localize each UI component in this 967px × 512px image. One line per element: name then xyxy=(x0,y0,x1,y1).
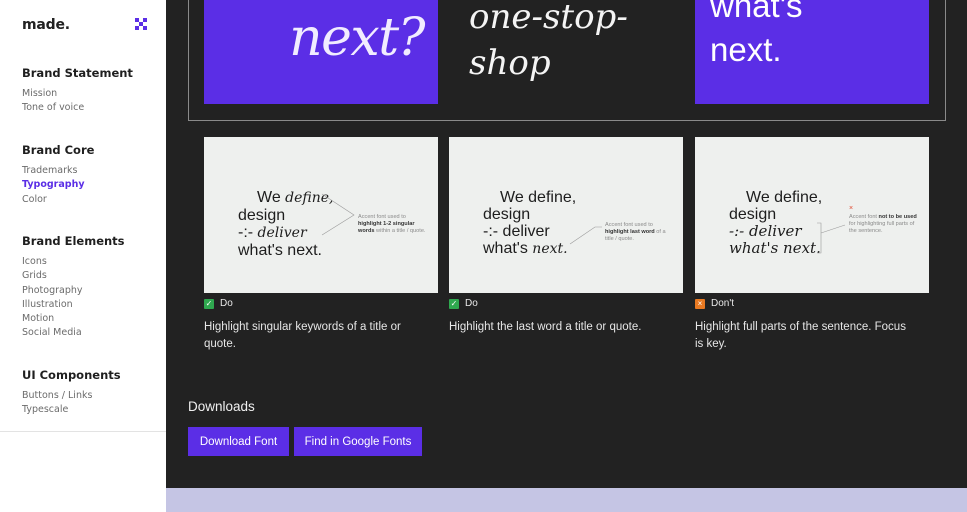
sidebar-item-typescale[interactable]: Typescale xyxy=(22,403,121,417)
nav-group-ui-components: UI Components Buttons / Links Typescale xyxy=(22,368,121,418)
example-card-do-keywords: We define, design -:- deliver what's nex… xyxy=(204,137,438,293)
example-note: Accent font used to highlight last word … xyxy=(605,222,666,242)
x-icon: × xyxy=(849,205,854,212)
sidebar-item-social-media[interactable]: Social Media xyxy=(22,326,125,340)
google-fonts-button[interactable]: Find in Google Fonts xyxy=(294,427,422,456)
cross-icon: × xyxy=(695,298,705,309)
example-card-do-last-word: We define, design -:- deliver what's nex… xyxy=(449,137,683,293)
verdict-label: Do xyxy=(220,298,233,309)
verdict-do: ✓ Do xyxy=(204,298,233,309)
nav-group-brand-core: Brand Core Trademarks Typography Color xyxy=(22,143,94,207)
example-caption: Highlight full parts of the sentence. Fo… xyxy=(695,321,906,350)
sidebar-item-grids[interactable]: Grids xyxy=(22,269,125,283)
logo[interactable]: made. xyxy=(22,17,70,33)
sidebar-item-icons[interactable]: Icons xyxy=(22,255,125,269)
sidebar-item-photography[interactable]: Photography xyxy=(22,284,125,298)
sidebar-item-buttons-links[interactable]: Buttons / Links xyxy=(22,389,121,403)
showcase-tile-text: what's next. xyxy=(710,0,803,72)
showcase-tile-whats-next: what's next. xyxy=(695,0,929,104)
nav-group-title: Brand Core xyxy=(22,143,95,157)
showcase-tile-next: next? xyxy=(204,0,438,104)
download-font-button[interactable]: Download Font xyxy=(188,427,289,456)
sidebar-item-color[interactable]: Color xyxy=(22,193,94,207)
sidebar-item-typography[interactable]: Typography xyxy=(22,178,94,192)
verdict-dont: × Don't xyxy=(695,298,734,309)
showcase-line: shop xyxy=(469,43,551,83)
nav-group-title: Brand Elements xyxy=(22,234,125,248)
next-section-strip xyxy=(166,488,967,512)
sidebar: made. Brand Statement Mission Tone of vo… xyxy=(0,0,167,432)
main-content: next? one-stop- shop what's next. We def… xyxy=(166,0,967,488)
showcase-tile-one-stop-shop: one-stop- shop xyxy=(469,0,628,86)
nav-group-title: Brand Statement xyxy=(22,66,133,80)
sidebar-item-motion[interactable]: Motion xyxy=(22,312,125,326)
example-note: Accent font used to highlight 1-2 singul… xyxy=(358,214,426,234)
sidebar-item-tone-of-voice[interactable]: Tone of voice xyxy=(22,101,133,115)
verdict-label: Do xyxy=(465,298,478,309)
example-card-dont-full-parts: We define, design -:- deliver what's nex… xyxy=(695,137,929,293)
verdict-label: Don't xyxy=(711,298,735,309)
sidebar-item-illustration[interactable]: Illustration xyxy=(22,298,125,312)
showcase-line: what's xyxy=(710,0,803,24)
checkmark-icon: ✓ xyxy=(204,298,214,309)
sidebar-item-mission[interactable]: Mission xyxy=(22,87,133,101)
sidebar-item-trademarks[interactable]: Trademarks xyxy=(22,164,94,178)
example-note: Accent font not to be used for highlight… xyxy=(849,214,917,234)
close-icon[interactable] xyxy=(134,17,148,31)
downloads-title: Downloads xyxy=(188,399,255,414)
example-caption: Highlight singular keywords of a title o… xyxy=(204,321,401,350)
nav-group-brand-statement: Brand Statement Mission Tone of voice xyxy=(22,66,133,116)
checkmark-icon: ✓ xyxy=(449,298,459,309)
showcase-tile-text: next? xyxy=(289,8,425,68)
showcase-line: one-stop- xyxy=(469,0,628,37)
example-caption: Highlight the last word a title or quote… xyxy=(449,321,642,333)
nav-group-title: UI Components xyxy=(22,368,121,382)
nav-group-brand-elements: Brand Elements Icons Grids Photography I… xyxy=(22,234,125,341)
showcase-line: next. xyxy=(710,31,782,68)
verdict-do: ✓ Do xyxy=(449,298,478,309)
connector-lines xyxy=(569,226,602,245)
